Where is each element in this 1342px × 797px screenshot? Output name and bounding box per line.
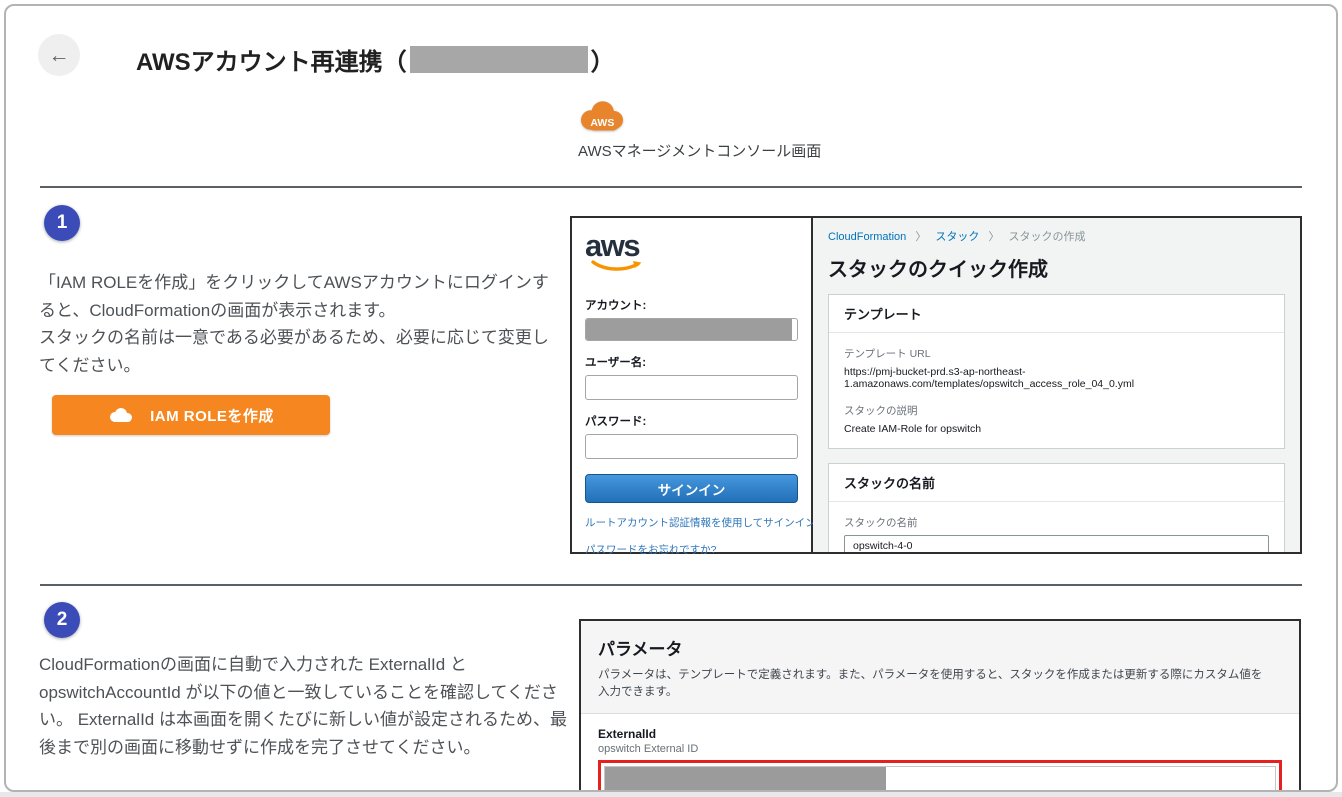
console-caption-label: AWSマネージメントコンソール画面 bbox=[578, 140, 821, 161]
aws-logo: aws bbox=[585, 230, 798, 261]
stack-name-field-label: スタックの名前 bbox=[844, 515, 1269, 530]
chevron-right-icon: 〉 bbox=[915, 231, 926, 243]
account-label: アカウント: bbox=[585, 297, 798, 313]
page-title-suffix: ） bbox=[591, 42, 615, 77]
redacted-account-name bbox=[410, 46, 588, 73]
bottom-edge-band bbox=[0, 792, 1342, 797]
redacted-account-value bbox=[586, 319, 792, 340]
breadcrumb-create-stack: スタックの作成 bbox=[1009, 231, 1086, 243]
section-divider-1 bbox=[40, 186, 1302, 188]
breadcrumb: CloudFormation 〉 スタック 〉 スタックの作成 bbox=[828, 228, 1285, 244]
template-url-value: https://pmj-bucket-prd.s3-ap-northeast-1… bbox=[844, 366, 1269, 390]
template-url-label: テンプレート URL bbox=[844, 346, 1269, 361]
aws-cloud-icon-label: AWS bbox=[590, 117, 614, 129]
external-id-label: ExternalId bbox=[598, 727, 1282, 741]
page-title: AWSアカウント再連携（ ） bbox=[136, 42, 615, 77]
cloudformation-panel: CloudFormation 〉 スタック 〉 スタックの作成 スタックのクイッ… bbox=[813, 218, 1300, 552]
parameters-title: パラメータ bbox=[598, 635, 1282, 660]
back-button[interactable]: ← bbox=[38, 34, 80, 76]
account-field bbox=[585, 318, 798, 341]
stack-description-label: スタックの説明 bbox=[844, 403, 1269, 418]
highlight-red-box bbox=[598, 760, 1282, 793]
left-arrow-icon: ← bbox=[49, 45, 70, 66]
username-field bbox=[585, 375, 798, 400]
create-iam-role-button-label: IAM ROLEを作成 bbox=[150, 405, 274, 426]
root-signin-link: ルートアカウント認証情報を使用してサインイン bbox=[585, 515, 798, 530]
signin-button: サインイン bbox=[585, 474, 798, 503]
section-divider-2 bbox=[40, 584, 1302, 586]
step-1-badge: 1 bbox=[44, 205, 80, 241]
step-1-description: 「IAM ROLEを作成」をクリックしてAWSアカウントにログインすると、Clo… bbox=[39, 269, 561, 379]
redacted-external-id-value bbox=[605, 767, 886, 793]
stack-name-card: スタックの名前 スタックの名前 opswitch-4-0 スタック名では、大文字… bbox=[828, 463, 1285, 552]
forgot-password-link: パスワードをお忘れですか? bbox=[585, 542, 798, 557]
template-card: テンプレート テンプレート URL https://pmj-bucket-prd… bbox=[828, 294, 1285, 449]
quick-create-heading: スタックのクイック作成 bbox=[828, 253, 1285, 282]
aws-cloud-icon: AWS bbox=[578, 98, 626, 133]
stack-description-value: Create IAM-Role for opswitch bbox=[844, 423, 1269, 435]
password-label: パスワード: bbox=[585, 413, 798, 429]
chevron-right-icon: 〉 bbox=[988, 231, 999, 243]
external-id-sublabel: opswitch External ID bbox=[598, 743, 1282, 755]
password-field bbox=[585, 434, 798, 459]
aws-console-screenshot: aws アカウント: ユーザー名: パスワード: サインイン ルートアカウント認… bbox=[570, 216, 1302, 554]
parameters-description: パラメータは、テンプレートで定義されます。また、パラメータを使用すると、スタック… bbox=[598, 667, 1268, 702]
parameters-screenshot: パラメータ パラメータは、テンプレートで定義されます。また、パラメータを使用する… bbox=[579, 619, 1301, 792]
page-title-prefix: AWSアカウント再連携（ bbox=[136, 42, 407, 77]
username-label: ユーザー名: bbox=[585, 354, 798, 370]
create-iam-role-button[interactable]: IAM ROLEを作成 bbox=[52, 395, 330, 435]
breadcrumb-stacks: スタック bbox=[935, 231, 979, 243]
step-2-description: CloudFormationの画面に自動で入力された ExternalId と … bbox=[39, 651, 573, 761]
external-id-input bbox=[604, 766, 1276, 793]
page-card: ← AWSアカウント再連携（ ） AWS AWSマネージメントコンソール画面 1… bbox=[4, 4, 1338, 792]
stack-name-card-title: スタックの名前 bbox=[829, 464, 1284, 502]
console-caption: AWS AWSマネージメントコンソール画面 bbox=[578, 98, 821, 161]
cloud-icon bbox=[108, 407, 134, 423]
breadcrumb-cloudformation: CloudFormation bbox=[828, 231, 906, 243]
template-card-title: テンプレート bbox=[829, 295, 1284, 333]
step-2-badge: 2 bbox=[44, 602, 80, 638]
parameters-body: ExternalId opswitch External ID bbox=[581, 714, 1299, 793]
aws-signin-panel: aws アカウント: ユーザー名: パスワード: サインイン ルートアカウント認… bbox=[572, 218, 813, 552]
parameters-header: パラメータ パラメータは、テンプレートで定義されます。また、パラメータを使用する… bbox=[581, 621, 1299, 714]
stack-name-input: opswitch-4-0 bbox=[844, 535, 1269, 552]
